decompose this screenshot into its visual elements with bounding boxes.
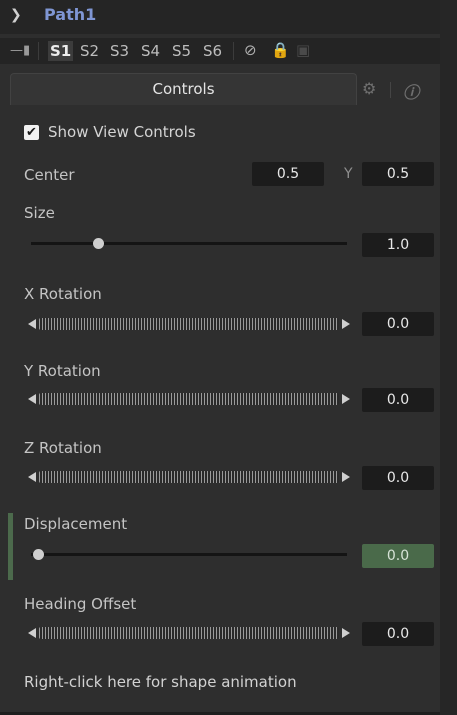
x-rotation-field[interactable]: 0.0: [362, 312, 434, 336]
z-rotation-label: Z Rotation: [24, 439, 102, 457]
displacement-slider-track[interactable]: [31, 553, 347, 556]
size-label: Size: [24, 204, 55, 222]
tool-toolbar: —▮ S1 S2 S3 S4 S5 S6 ⊘ 🔒 ▣: [0, 38, 440, 64]
toolbar-separator: [233, 42, 234, 60]
thumbwheel-bar[interactable]: [39, 471, 339, 483]
displacement-field[interactable]: 0.0: [362, 544, 434, 568]
decrement-arrow-icon[interactable]: [28, 472, 36, 482]
info-icon[interactable]: ⓘ: [403, 79, 419, 103]
y-rotation-field[interactable]: 0.0: [362, 388, 434, 412]
inspector-tabs: Controls ⚙ ⓘ: [10, 73, 430, 106]
heading-offset-field[interactable]: 0.0: [362, 622, 434, 646]
heading-offset-thumbwheel[interactable]: [28, 625, 350, 641]
x-rotation-thumbwheel[interactable]: [28, 316, 350, 332]
center-label: Center: [24, 166, 75, 184]
displacement-slider-knob[interactable]: [33, 549, 44, 560]
heading-offset-label: Heading Offset: [24, 595, 137, 613]
disable-icon[interactable]: ⊘: [244, 41, 257, 59]
slot-s6-button[interactable]: S6: [201, 41, 224, 61]
toolbar-separator: [38, 42, 39, 60]
decrement-arrow-icon[interactable]: [28, 628, 36, 638]
size-slider-knob[interactable]: [93, 238, 104, 249]
displacement-label: Displacement: [24, 515, 128, 533]
show-view-controls-checkbox[interactable]: ✔: [24, 125, 39, 140]
inspector-panel: ❯ Path1 —▮ S1 S2 S3 S4 S5 S6 ⊘ 🔒 ▣ Contr…: [0, 0, 440, 715]
increment-arrow-icon[interactable]: [342, 394, 350, 404]
tool-name[interactable]: Path1: [44, 5, 96, 24]
center-x-field[interactable]: 0.5: [252, 162, 324, 186]
shape-animation-hint[interactable]: Right-click here for shape animation: [24, 673, 297, 691]
slot-s4-button[interactable]: S4: [139, 41, 162, 61]
center-y-label: Y: [344, 166, 353, 182]
chevron-down-icon[interactable]: ❯: [10, 7, 22, 23]
center-y-field[interactable]: 0.5: [362, 162, 434, 186]
tool-header[interactable]: ❯ Path1: [0, 0, 440, 34]
increment-arrow-icon[interactable]: [342, 628, 350, 638]
slot-s2-button[interactable]: S2: [78, 41, 101, 61]
z-rotation-thumbwheel[interactable]: [28, 469, 350, 485]
increment-arrow-icon[interactable]: [342, 472, 350, 482]
increment-arrow-icon[interactable]: [342, 319, 350, 329]
slot-s1-button[interactable]: S1: [48, 41, 74, 61]
size-slider-track[interactable]: [31, 242, 347, 245]
x-rotation-label: X Rotation: [24, 285, 102, 303]
y-rotation-thumbwheel[interactable]: [28, 391, 350, 407]
thumbwheel-bar[interactable]: [39, 318, 339, 330]
decrement-arrow-icon[interactable]: [28, 394, 36, 404]
animated-indicator: [8, 513, 13, 580]
thumbwheel-bar[interactable]: [39, 393, 339, 405]
pin-icon[interactable]: —▮: [10, 43, 30, 58]
gear-icon[interactable]: ⚙: [362, 79, 376, 98]
slot-s5-button[interactable]: S5: [170, 41, 193, 61]
show-view-controls-label[interactable]: Show View Controls: [48, 123, 196, 141]
z-rotation-field[interactable]: 0.0: [362, 466, 434, 490]
save-icon[interactable]: ▣: [296, 41, 310, 59]
tab-separator: [390, 82, 391, 98]
scrollbar[interactable]: [440, 0, 457, 715]
y-rotation-label: Y Rotation: [24, 362, 101, 380]
size-field[interactable]: 1.0: [362, 233, 434, 257]
thumbwheel-bar[interactable]: [39, 627, 339, 639]
lock-icon[interactable]: 🔒: [271, 41, 290, 59]
tab-controls[interactable]: Controls: [10, 73, 357, 105]
slot-s3-button[interactable]: S3: [108, 41, 131, 61]
decrement-arrow-icon[interactable]: [28, 319, 36, 329]
